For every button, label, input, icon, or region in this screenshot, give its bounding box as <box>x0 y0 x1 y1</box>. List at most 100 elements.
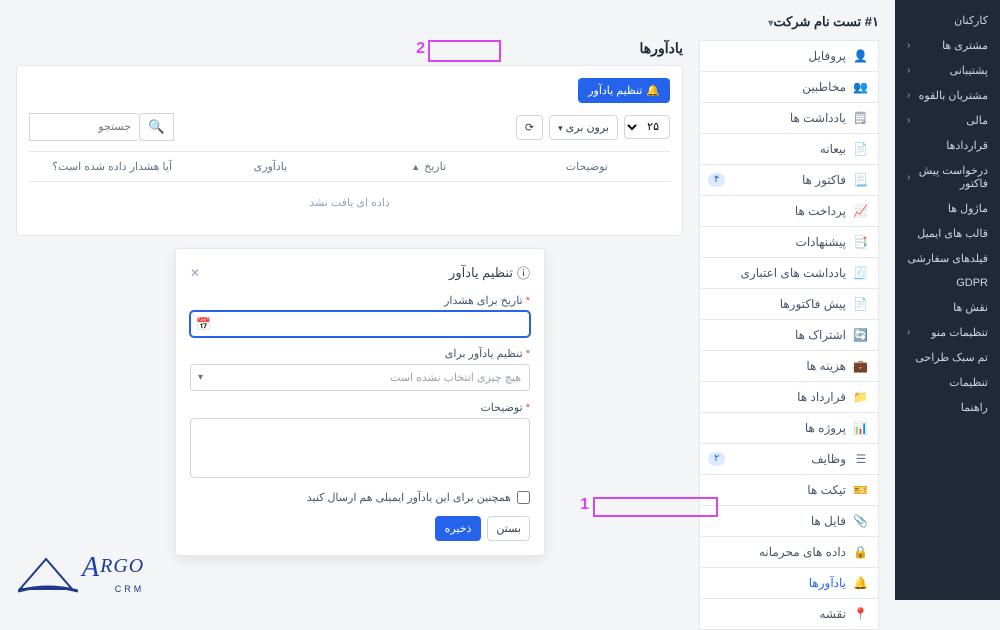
main-nav-item[interactable]: درخواست پیش فاکتور‹ <box>895 158 1000 196</box>
chevron-left-icon: ‹ <box>907 115 910 126</box>
logo-swoosh-icon <box>18 553 78 593</box>
sub-nav-item[interactable]: 🎫تیکت ها <box>699 475 879 506</box>
reminder-date-input[interactable] <box>190 311 530 337</box>
sub-nav-item[interactable]: 📍نقشه <box>699 599 879 630</box>
desc-label: * توضیحات <box>190 401 530 414</box>
reminder-desc-textarea[interactable] <box>190 418 530 478</box>
nav-item-icon: 📄 <box>854 142 868 156</box>
sub-nav-item[interactable]: 📑پیشنهادات <box>699 227 879 258</box>
col-date[interactable]: تاریخ ▲ <box>350 160 508 173</box>
close-button[interactable]: بستن <box>487 516 530 541</box>
reminders-card: 🔔 تنظیم یادآور ۲۵ برون بری ▾ <box>16 65 683 236</box>
main-nav-item[interactable]: نقش ها <box>895 295 1000 320</box>
modal-title: ⓘ تنظیم یادآور <box>449 263 530 282</box>
sub-nav-item[interactable]: 🔔یادآورها <box>699 568 879 599</box>
nav-item-icon: 📄 <box>854 297 868 311</box>
nav-item-icon: 👥 <box>854 80 868 94</box>
main-nav-item[interactable]: فیلدهای سفارشی <box>895 246 1000 271</box>
search-button[interactable]: 🔍 <box>139 113 174 141</box>
nav-item-icon: 🔄 <box>854 328 868 342</box>
help-icon[interactable]: ⓘ <box>517 263 530 282</box>
argo-crm-logo: ARGO CRM <box>18 552 144 594</box>
for-label: * تنظیم یادآور برای <box>190 347 530 360</box>
send-email-checkbox-row[interactable]: همچنین برای این یادآور ایمیلی هم ارسال ک… <box>190 491 530 504</box>
nav-item-icon: 🔒 <box>854 545 868 559</box>
main-nav-item[interactable]: مشتریان بالقوه‹ <box>895 83 1000 108</box>
set-reminder-modal: ⓘ تنظیم یادآور ✕ * تاریخ برای هشدار 📅 * … <box>175 248 545 556</box>
nav-item-icon: 📈 <box>854 204 868 218</box>
col-desc[interactable]: توضیحات <box>508 160 666 173</box>
main-nav-item[interactable]: GDPR <box>895 271 1000 295</box>
annotation-2: 2 <box>416 40 425 58</box>
main-nav-item[interactable]: مالی‹ <box>895 108 1000 133</box>
save-button[interactable]: ذخیره <box>435 516 482 541</box>
sub-nav-item[interactable]: 📈پرداخت ها <box>699 196 879 227</box>
annotation-1: 1 <box>580 496 589 514</box>
no-data-message: داده ای یافت نشد <box>29 182 670 223</box>
nav-item-icon: ☰ <box>854 452 868 466</box>
chevron-left-icon: ‹ <box>907 90 910 101</box>
nav-item-icon: 🧾 <box>854 266 868 280</box>
chevron-left-icon: ‹ <box>907 40 910 51</box>
sub-nav-item[interactable]: 👤پروفایل <box>699 40 879 72</box>
page-title: یادآورها <box>16 40 683 57</box>
bell-icon: 🔔 <box>646 84 660 97</box>
table-header: توضیحات تاریخ ▲ یادآوری آیا هشدار داده ش… <box>29 151 670 182</box>
reminder-for-select[interactable]: هیچ چیزی انتخاب نشده است <box>190 364 530 391</box>
main-nav-item[interactable]: پشتیبانی‹ <box>895 58 1000 83</box>
sub-nav-item[interactable]: 📄پیش فاکتورها <box>699 289 879 320</box>
sub-nav-item[interactable]: 📄بیعانه <box>699 134 879 165</box>
nav-item-icon: 🔔 <box>854 576 868 590</box>
content-area: #۱ تست نام شرکت▾ 👤پروفایل👥مخاطبین🗒یادداش… <box>0 0 895 600</box>
nav-item-icon: 🗒 <box>854 111 868 125</box>
date-label: * تاریخ برای هشدار <box>190 294 530 307</box>
sub-nav-item[interactable]: 🔄اشتراک ها <box>699 320 879 351</box>
sub-nav-item[interactable]: 🧾یادداشت های اعتباری <box>699 258 879 289</box>
count-badge: ۲ <box>708 452 725 466</box>
main-nav-item[interactable]: قالب های ایمیل <box>895 221 1000 246</box>
nav-item-icon: 👤 <box>854 49 868 63</box>
refresh-icon: ⟳ <box>525 122 534 134</box>
main-nav-item[interactable]: قراردادها <box>895 133 1000 158</box>
sub-nav-item[interactable]: 📎فایل ها <box>699 506 879 537</box>
sub-nav-item[interactable]: 📁قرارداد ها <box>699 382 879 413</box>
nav-item-icon: 📊 <box>854 421 868 435</box>
count-badge: ۴ <box>708 173 725 187</box>
nav-item-icon: 🎫 <box>854 483 868 497</box>
nav-item-icon: 💼 <box>854 359 868 373</box>
page-size-select[interactable]: ۲۵ <box>624 115 670 139</box>
close-icon[interactable]: ✕ <box>190 266 200 280</box>
main-nav-item[interactable]: مشتری ها‹ <box>895 33 1000 58</box>
sort-icon: ▲ <box>411 162 420 172</box>
refresh-button[interactable]: ⟳ <box>516 115 543 140</box>
breadcrumb: #۱ تست نام شرکت▾ <box>16 14 879 30</box>
nav-item-icon: 📎 <box>854 514 868 528</box>
nav-item-icon: 📃 <box>854 173 868 187</box>
main-nav-item[interactable]: تنظیمات منو‹ <box>895 320 1000 345</box>
col-remind[interactable]: یادآوری <box>191 160 349 173</box>
customer-sub-sidebar: 👤پروفایل👥مخاطبین🗒یادداشت ها📄بیعانه📃فاکتو… <box>699 40 879 630</box>
calendar-icon[interactable]: 📅 <box>196 317 211 331</box>
export-button[interactable]: برون بری ▾ <box>549 115 618 140</box>
search-icon: 🔍 <box>148 119 165 134</box>
send-email-checkbox[interactable] <box>517 491 530 504</box>
main-nav-item[interactable]: تم سبک طراحی <box>895 345 1000 370</box>
sub-nav-item[interactable]: 📊پروژه ها <box>699 413 879 444</box>
search-input[interactable] <box>29 113 139 141</box>
main-nav-item[interactable]: کارکنان <box>895 8 1000 33</box>
sub-nav-item[interactable]: 👥مخاطبین <box>699 72 879 103</box>
main-sidebar: کارکنانمشتری ها‹پشتیبانی‹مشتریان بالقوه‹… <box>895 0 1000 600</box>
set-reminder-button[interactable]: 🔔 تنظیم یادآور <box>578 78 670 103</box>
chevron-left-icon: ‹ <box>907 327 910 338</box>
nav-item-icon: 📁 <box>854 390 868 404</box>
col-alerted[interactable]: آیا هشدار داده شده است؟ <box>33 160 191 173</box>
sub-nav-item[interactable]: 💼هزینه ها <box>699 351 879 382</box>
sub-nav-item[interactable]: 📃فاکتور ها۴ <box>699 165 879 196</box>
main-nav-item[interactable]: تنظیمات <box>895 370 1000 395</box>
sub-nav-item[interactable]: 🔒داده های محرمانه <box>699 537 879 568</box>
main-nav-item[interactable]: ماژول ها <box>895 196 1000 221</box>
main-nav-item[interactable]: راهنما <box>895 395 1000 420</box>
sub-nav-item[interactable]: 🗒یادداشت ها <box>699 103 879 134</box>
chevron-left-icon: ‹ <box>907 65 910 76</box>
sub-nav-item[interactable]: ☰وظایف۲ <box>699 444 879 475</box>
